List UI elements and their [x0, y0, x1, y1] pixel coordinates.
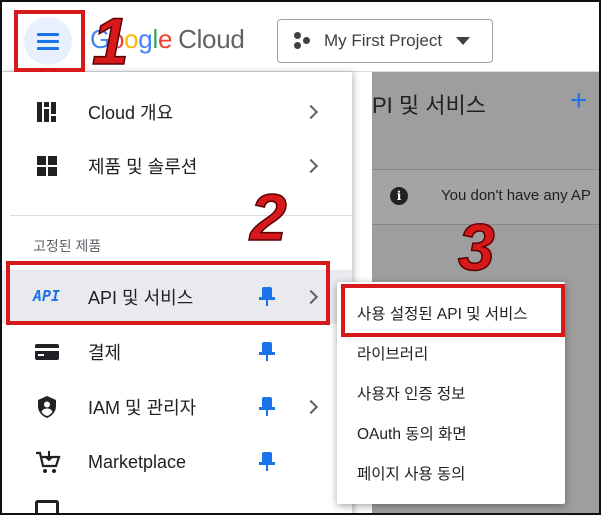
nav-label: 제품 및 솔루션 — [88, 157, 198, 177]
submenu-item-oauth-consent[interactable]: OAuth 동의 화면 — [337, 413, 565, 453]
grid-icon — [35, 154, 59, 178]
billing-card-icon — [35, 340, 59, 364]
nav-item-cloud-overview[interactable]: Cloud 개요 — [2, 85, 352, 139]
step-number-3: 3 — [457, 210, 495, 284]
submenu-item-library[interactable]: 라이브러리 — [337, 333, 565, 373]
project-selector-button[interactable]: My First Project — [277, 19, 493, 63]
hamburger-menu-button[interactable] — [24, 17, 72, 65]
notice-text: You don't have any AP — [441, 187, 591, 204]
nav-item-products-solutions[interactable]: 제품 및 솔루션 — [2, 139, 352, 193]
hamburger-icon — [37, 33, 59, 50]
nav-item-api-services[interactable]: API API 및 서비스 — [2, 270, 352, 324]
pin-icon[interactable] — [259, 452, 275, 472]
page-title: PI 및 서비스 — [372, 93, 486, 118]
chevron-right-icon — [303, 399, 319, 415]
project-hierarchy-icon — [294, 32, 312, 50]
side-navigation: Cloud 개요 제품 및 솔루션 고정된 제품 API API 및 서비스 결… — [2, 72, 352, 513]
project-name: My First Project — [324, 31, 443, 50]
api-services-submenu: 사용 설정된 API 및 서비스 라이브러리 사용자 인증 정보 OAuth 동… — [337, 282, 565, 504]
pin-icon[interactable] — [259, 397, 275, 417]
submenu-item-enabled-apis[interactable]: 사용 설정된 API 및 서비스 — [337, 293, 565, 333]
divider — [10, 215, 352, 216]
nav-item-marketplace[interactable]: Marketplace — [2, 435, 352, 489]
nav-label: Marketplace — [88, 451, 187, 472]
nav-label: Cloud 개요 — [88, 103, 174, 123]
chevron-right-icon — [303, 104, 319, 120]
shield-icon — [35, 395, 59, 419]
partial-nav-icon — [35, 500, 59, 513]
chevron-right-icon — [303, 289, 319, 305]
caret-down-icon — [456, 37, 471, 45]
nav-label: 결제 — [88, 343, 122, 363]
screenshot-frame: PI 및 서비스 + i You don't have any AP Googl… — [0, 0, 601, 515]
step-number-1: 1 — [91, 4, 129, 78]
submenu-item-page-usage-agreement[interactable]: 페이지 사용 동의 — [337, 453, 565, 493]
nav-item-iam-admin[interactable]: IAM 및 관리자 — [2, 380, 352, 434]
dashboard-icon — [35, 100, 59, 124]
api-icon: API — [33, 287, 61, 305]
pin-icon[interactable] — [259, 342, 275, 362]
submenu-item-credentials[interactable]: 사용자 인증 정보 — [337, 373, 565, 413]
pin-icon[interactable] — [259, 287, 275, 307]
chevron-right-icon — [303, 158, 319, 174]
nav-label: IAM 및 관리자 — [88, 398, 197, 418]
nav-label: API 및 서비스 — [88, 288, 194, 308]
step-number-2: 2 — [249, 180, 287, 254]
nav-item-billing[interactable]: 결제 — [2, 325, 352, 379]
section-label-pinned: 고정된 제품 — [33, 238, 102, 254]
add-button[interactable]: + — [570, 86, 588, 116]
cart-icon — [35, 450, 61, 474]
info-icon: i — [390, 187, 408, 205]
